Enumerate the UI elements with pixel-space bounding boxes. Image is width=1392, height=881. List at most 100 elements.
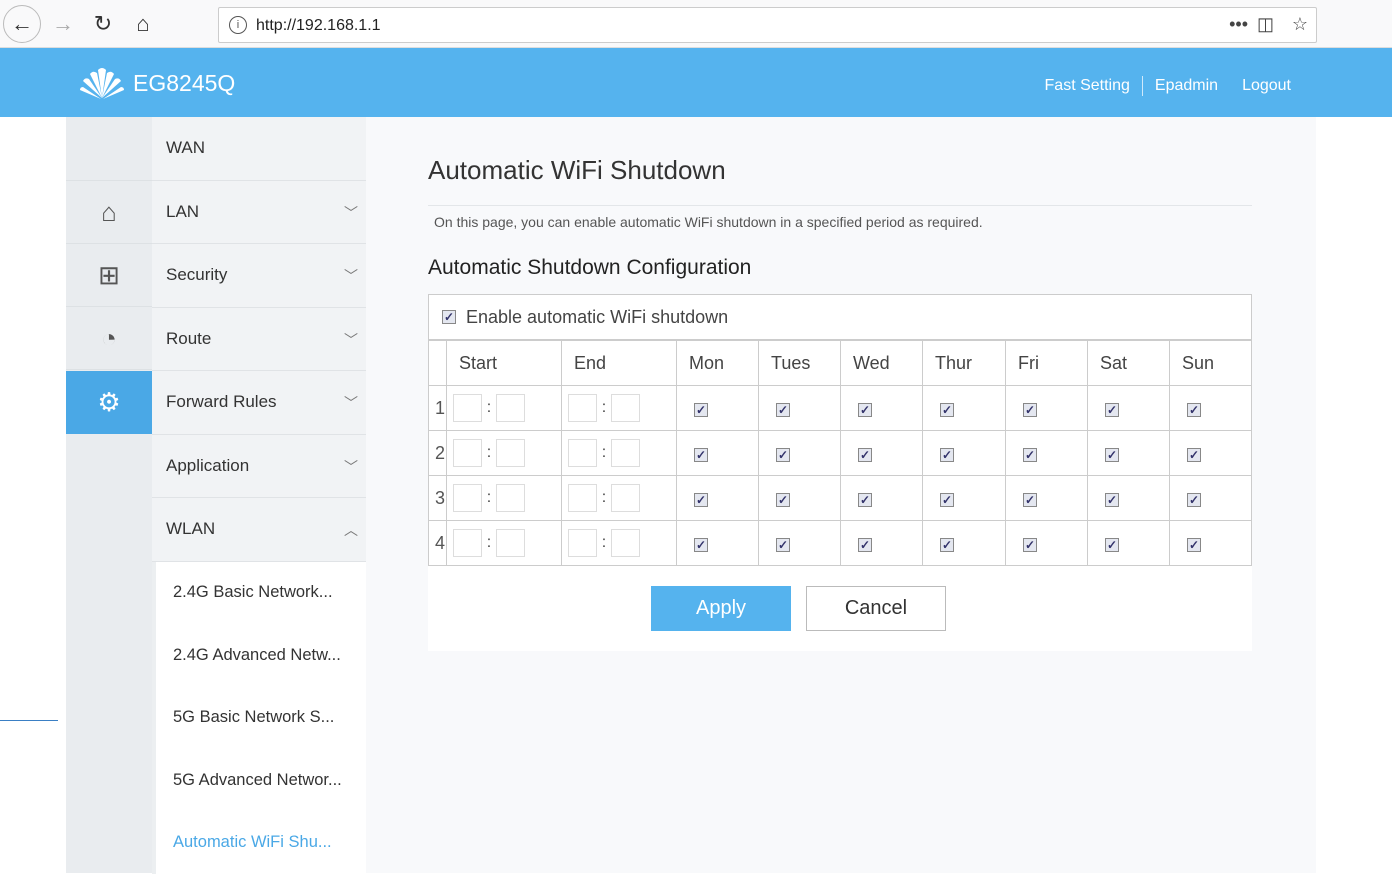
gear-icon[interactable]: ⚙ <box>66 371 162 434</box>
sidebar-item-wan[interactable]: WAN <box>152 117 366 181</box>
end-minute-input[interactable] <box>611 529 640 557</box>
day-checkbox-fri[interactable]: ✓ <box>1023 402 1037 417</box>
day-cell: ✓ <box>922 475 1006 521</box>
end-hour-input[interactable] <box>568 529 597 557</box>
day-cell: ✓ <box>1169 475 1252 521</box>
column-header: Mon <box>676 340 759 386</box>
sidebar-item-forward-rules[interactable]: Forward Rules ﹀ <box>152 371 366 435</box>
end-time-cell: : <box>561 475 677 521</box>
end-hour-input[interactable] <box>568 484 597 512</box>
day-cell: ✓ <box>1169 520 1252 566</box>
apply-button[interactable]: Apply <box>651 586 791 631</box>
sidebar-item-label: Forward Rules <box>166 392 277 412</box>
page-description: On this page, you can enable automatic W… <box>434 214 983 230</box>
column-header: Sat <box>1087 340 1170 386</box>
time-separator: : <box>601 444 607 461</box>
row-index: 3 <box>428 475 447 521</box>
fast-setting-link[interactable]: Fast Setting <box>1033 77 1142 96</box>
day-checkbox-sat[interactable]: ✓ <box>1105 447 1119 462</box>
sidebar-subitem[interactable]: Automatic WiFi Shu... <box>152 811 366 874</box>
home-button[interactable]: ⌂ <box>127 8 159 40</box>
start-hour-input[interactable] <box>453 484 482 512</box>
day-checkbox-thur[interactable]: ✓ <box>940 492 954 507</box>
day-checkbox-sun[interactable]: ✓ <box>1187 447 1201 462</box>
end-minute-input[interactable] <box>611 394 640 422</box>
sidebar-item-wlan[interactable]: WLAN ︿ <box>152 498 366 562</box>
start-minute-input[interactable] <box>496 394 525 422</box>
day-cell: ✓ <box>758 520 841 566</box>
index-header <box>428 340 447 386</box>
day-checkbox-fri[interactable]: ✓ <box>1023 537 1037 552</box>
time-separator: : <box>601 399 607 416</box>
day-cell: ✓ <box>676 430 759 476</box>
day-checkbox-wed[interactable]: ✓ <box>858 537 872 552</box>
chevron-down-icon: ﹀ <box>344 331 358 348</box>
day-checkbox-mon[interactable]: ✓ <box>694 447 708 462</box>
day-checkbox-tues[interactable]: ✓ <box>776 402 790 417</box>
day-checkbox-tues[interactable]: ✓ <box>776 447 790 462</box>
day-checkbox-wed[interactable]: ✓ <box>858 402 872 417</box>
time-separator: : <box>486 534 492 551</box>
day-checkbox-mon[interactable]: ✓ <box>694 537 708 552</box>
sidebar-subitem[interactable]: 5G Advanced Networ... <box>152 749 366 812</box>
day-checkbox-thur[interactable]: ✓ <box>940 447 954 462</box>
day-checkbox-thur[interactable]: ✓ <box>940 537 954 552</box>
end-minute-input[interactable] <box>611 484 640 512</box>
start-minute-input[interactable] <box>496 529 525 557</box>
day-checkbox-wed[interactable]: ✓ <box>858 492 872 507</box>
url-text[interactable]: http://192.168.1.1 <box>256 17 381 35</box>
sidebar-item-application[interactable]: Application ﹀ <box>152 435 366 498</box>
end-hour-input[interactable] <box>568 394 597 422</box>
logout-link[interactable]: Logout <box>1230 77 1303 96</box>
back-button[interactable]: ← <box>3 5 41 43</box>
day-cell: ✓ <box>922 385 1006 431</box>
day-checkbox-thur[interactable]: ✓ <box>940 402 954 417</box>
pocket-icon[interactable]: ◫ <box>1257 14 1274 35</box>
home-icon[interactable]: ⌂ <box>66 181 152 244</box>
time-separator: : <box>601 489 607 506</box>
sidebar-item-lan[interactable]: LAN ﹀ <box>152 181 366 244</box>
start-minute-input[interactable] <box>496 439 525 467</box>
day-checkbox-tues[interactable]: ✓ <box>776 492 790 507</box>
add-box-icon[interactable]: ⊞ <box>66 244 152 307</box>
sidebar-item-route[interactable]: Route ﹀ <box>152 308 366 371</box>
address-bar[interactable]: i http://192.168.1.1 ••• ◫ ☆ <box>218 7 1317 43</box>
day-checkbox-mon[interactable]: ✓ <box>694 402 708 417</box>
end-hour-input[interactable] <box>568 439 597 467</box>
diagnose-icon[interactable]: ◔ <box>66 307 152 370</box>
day-checkbox-sat[interactable]: ✓ <box>1105 402 1119 417</box>
reload-button[interactable]: ↻ <box>87 8 119 40</box>
info-icon[interactable]: i <box>229 16 247 34</box>
cancel-button[interactable]: Cancel <box>806 586 946 631</box>
day-checkbox-sun[interactable]: ✓ <box>1187 492 1201 507</box>
epadmin-link[interactable]: Epadmin <box>1143 77 1230 96</box>
sidebar-subitem[interactable]: 2.4G Advanced Netw... <box>152 624 366 687</box>
more-icon[interactable]: ••• <box>1229 14 1248 35</box>
bookmark-star-icon[interactable]: ☆ <box>1292 14 1308 35</box>
sidebar-item-security[interactable]: Security ﹀ <box>152 244 366 308</box>
day-checkbox-fri[interactable]: ✓ <box>1023 492 1037 507</box>
day-checkbox-tues[interactable]: ✓ <box>776 537 790 552</box>
enable-checkbox[interactable]: ✓ <box>442 310 456 324</box>
column-header: Thur <box>922 340 1006 386</box>
sidebar-item-label: Security <box>166 265 228 285</box>
device-model: EG8245Q <box>133 70 236 96</box>
day-checkbox-sat[interactable]: ✓ <box>1105 492 1119 507</box>
day-checkbox-sun[interactable]: ✓ <box>1187 537 1201 552</box>
day-checkbox-wed[interactable]: ✓ <box>858 447 872 462</box>
start-hour-input[interactable] <box>453 394 482 422</box>
sidebar-subitem[interactable]: 2.4G Basic Network... <box>152 561 366 624</box>
start-minute-input[interactable] <box>496 484 525 512</box>
day-checkbox-mon[interactable]: ✓ <box>694 492 708 507</box>
end-minute-input[interactable] <box>611 439 640 467</box>
day-checkbox-fri[interactable]: ✓ <box>1023 447 1037 462</box>
forward-button[interactable]: → <box>47 8 79 40</box>
day-checkbox-sun[interactable]: ✓ <box>1187 402 1201 417</box>
huawei-logo <box>80 68 124 99</box>
sidebar-subitem[interactable]: 5G Basic Network S... <box>152 686 366 749</box>
start-hour-input[interactable] <box>453 439 482 467</box>
day-checkbox-sat[interactable]: ✓ <box>1105 537 1119 552</box>
start-hour-input[interactable] <box>453 529 482 557</box>
day-cell: ✓ <box>1005 520 1088 566</box>
chevron-down-icon: ﹀ <box>344 395 358 411</box>
